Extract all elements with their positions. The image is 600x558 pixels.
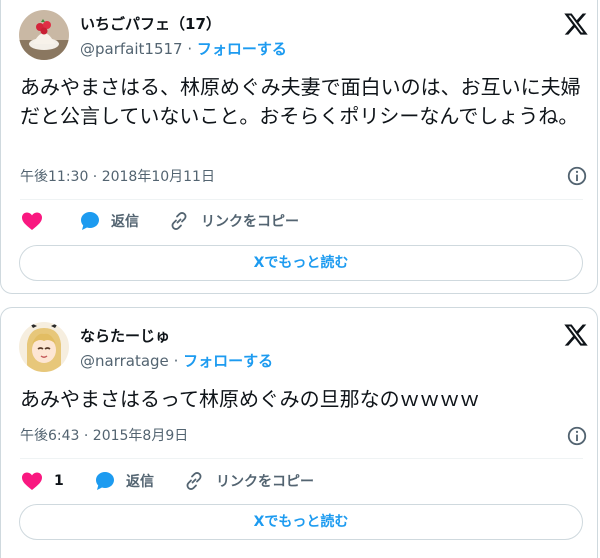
link-icon <box>186 472 202 490</box>
tweet-card: いちごパフェ（17） @parfait1517 · フォローする あみやまさはる… <box>0 0 598 294</box>
avatar[interactable] <box>19 322 69 372</box>
divider <box>20 199 583 200</box>
tweet-text: あみやまさはる、林原めぐみ夫妻で面白いのは、お互いに夫婦だと公言していないこと。… <box>20 75 581 128</box>
heart-icon <box>22 472 42 490</box>
handle-row: @parfait1517 · フォローする <box>80 39 287 59</box>
divider <box>20 458 583 459</box>
separator: · <box>173 352 179 370</box>
info-icon[interactable] <box>566 425 588 447</box>
handle[interactable]: @narratage <box>80 352 169 370</box>
handle-row: @narratage · フォローする <box>80 351 273 371</box>
tweet-text: あみやまさはるって林原めぐみの旦那なのｗｗｗｗ <box>20 387 480 411</box>
reply-icon <box>96 472 114 490</box>
tweet-card: ならたーじゅ @narratage · フォローする あみやまさはるって林原めぐ… <box>0 307 598 558</box>
link-icon <box>171 212 187 230</box>
reply-button[interactable]: 返信 <box>78 209 139 233</box>
reply-button[interactable]: 返信 <box>93 469 154 493</box>
display-name[interactable]: いちごパフェ（17） <box>80 14 221 34</box>
copy-link-label: リンクをコピー <box>216 474 314 490</box>
display-name[interactable]: ならたーじゅ <box>80 326 170 346</box>
follow-link[interactable]: フォローする <box>183 352 273 370</box>
separator: · <box>187 40 193 58</box>
like-button[interactable]: 1 <box>20 469 64 493</box>
action-bar: 返信 リンクをコピー <box>20 209 580 233</box>
read-more-button[interactable]: Xでもっと読む <box>19 504 583 540</box>
info-icon[interactable] <box>566 165 588 187</box>
action-bar: 1 返信 リンクをコピー <box>20 469 580 493</box>
like-button[interactable] <box>20 209 54 233</box>
reply-icon <box>81 212 99 230</box>
reply-label: 返信 <box>126 474 154 490</box>
copy-link-button[interactable]: リンクをコピー <box>182 469 314 493</box>
reply-label: 返信 <box>111 214 139 230</box>
follow-link[interactable]: フォローする <box>197 40 287 58</box>
timestamp[interactable]: 午後11:30 · 2018年10月11日 <box>20 168 215 186</box>
copy-link-button[interactable]: リンクをコピー <box>167 209 299 233</box>
read-more-button[interactable]: Xでもっと読む <box>19 245 583 281</box>
x-logo-icon[interactable] <box>563 11 589 37</box>
heart-icon <box>22 212 42 230</box>
copy-link-label: リンクをコピー <box>201 214 299 230</box>
handle[interactable]: @parfait1517 <box>80 40 183 58</box>
timestamp[interactable]: 午後6:43 · 2015年8月9日 <box>20 427 188 445</box>
avatar[interactable] <box>19 10 69 60</box>
x-logo-icon[interactable] <box>563 322 589 348</box>
like-count: 1 <box>54 473 64 489</box>
